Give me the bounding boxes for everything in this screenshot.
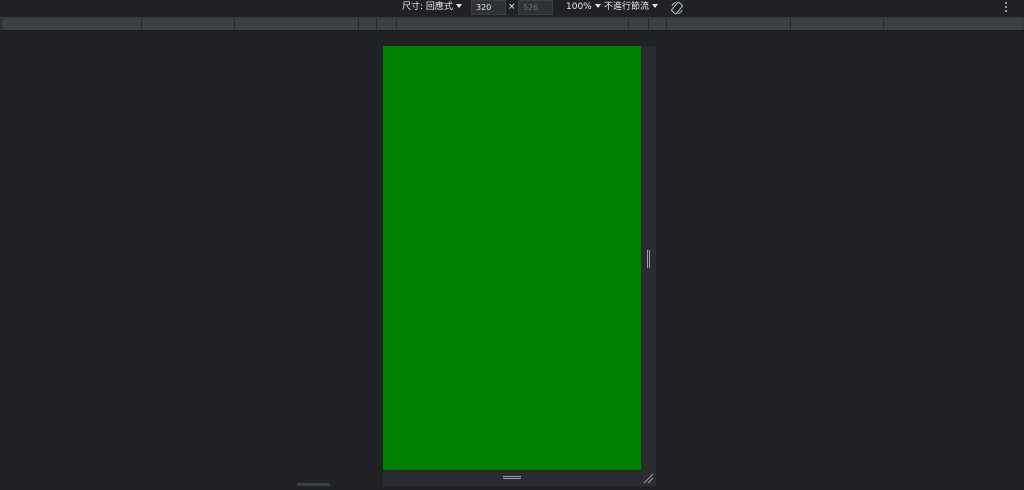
media-query-segment[interactable] [666, 18, 790, 30]
media-query-segment[interactable] [883, 18, 1023, 30]
dimensions-label: 尺寸: 回應式 [402, 2, 453, 12]
height-input[interactable] [518, 0, 553, 15]
vertical-grip-icon [647, 250, 650, 268]
throttle-label: 不進行節流 [604, 2, 650, 12]
caret-down-icon [652, 4, 659, 8]
height-resize-handle[interactable] [383, 470, 641, 486]
media-query-segment[interactable] [648, 18, 666, 30]
page-viewport[interactable] [383, 46, 641, 470]
media-query-segment[interactable] [376, 18, 396, 30]
device-toolbar: 尺寸: 回應式 × 100% 不進行節流 [0, 0, 1024, 16]
horizontal-grip-icon [503, 476, 521, 479]
media-query-segment[interactable] [358, 18, 376, 30]
media-query-segment[interactable] [234, 18, 358, 30]
width-input[interactable] [471, 0, 506, 15]
media-query-segment[interactable] [141, 18, 234, 30]
media-query-segment[interactable] [396, 18, 628, 30]
width-resize-handle[interactable] [641, 46, 656, 470]
dimensions-dropdown[interactable]: 尺寸: 回應式 [402, 0, 462, 16]
media-query-bar [0, 17, 1024, 31]
device-viewport-frame [383, 46, 656, 486]
throttle-dropdown[interactable]: 不進行節流 [604, 0, 659, 16]
caret-down-icon [455, 4, 462, 8]
more-vert-icon[interactable] [1004, 2, 1008, 14]
resize-corner-icon [643, 473, 654, 484]
corner-resize-handle[interactable] [641, 470, 656, 486]
media-query-segment[interactable] [628, 18, 648, 30]
zoom-dropdown[interactable]: 100% [566, 0, 601, 16]
rotate-icon[interactable] [670, 1, 684, 15]
media-query-segment[interactable] [790, 18, 883, 30]
dimension-separator: × [508, 2, 516, 12]
zoom-label: 100% [566, 2, 592, 12]
media-query-segment[interactable] [1, 18, 141, 30]
caret-down-icon [594, 4, 601, 8]
